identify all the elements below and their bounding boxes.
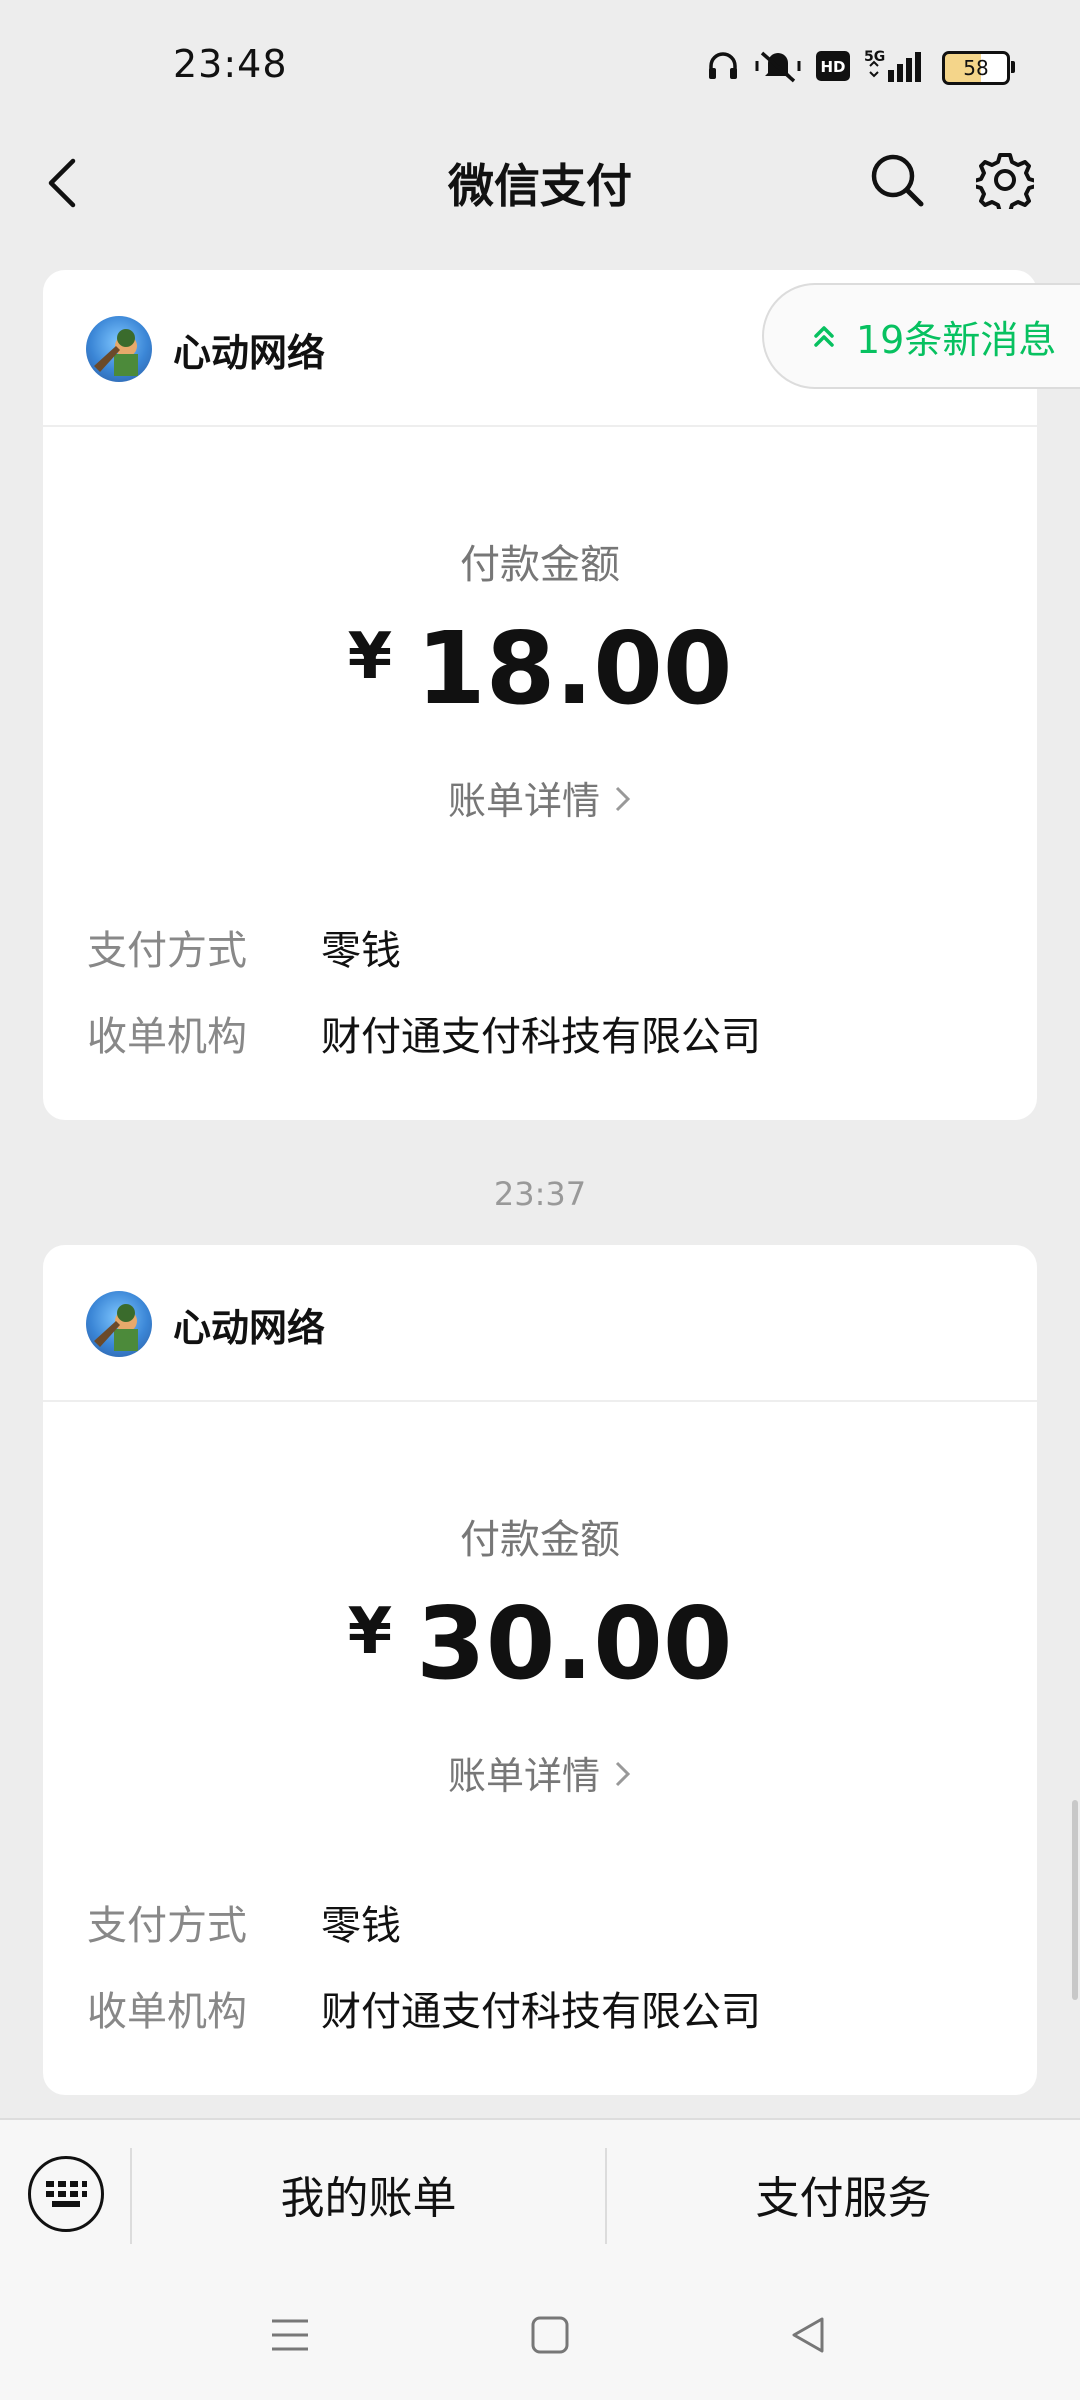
new-messages-button[interactable]: 19条新消息	[762, 283, 1080, 389]
recent-apps-button[interactable]	[260, 2305, 320, 2365]
payment-card[interactable]: 心动网络 付款金额 ¥30.00 账单详情 支付方式 零钱 收单机构 财付通支付…	[43, 1245, 1037, 2095]
menu-icon	[272, 2319, 308, 2351]
chevron-right-icon	[614, 779, 632, 823]
amount-label: 付款金额	[460, 1517, 620, 1563]
amount-value: 18.00	[416, 610, 733, 727]
payment-method-value: 零钱	[321, 928, 401, 974]
status-bar: 23:48 HD 5G 58	[0, 0, 1080, 130]
status-time: 23:48	[173, 42, 288, 86]
acquirer-value: 财付通支付科技有限公司	[321, 1989, 761, 2035]
amount: ¥18.00	[43, 610, 1037, 727]
bill-detail-link[interactable]: 账单详情	[43, 1745, 1037, 1800]
payment-method-label: 支付方式	[87, 928, 247, 974]
amount-label: 付款金额	[460, 542, 620, 588]
amount-value: 30.00	[416, 1585, 733, 1702]
system-back-button[interactable]	[778, 2305, 838, 2365]
bottom-menu-bar: 我的账单 支付服务	[0, 2118, 1080, 2270]
card-header: 心动网络	[43, 1245, 1037, 1402]
payment-method-value: 零钱	[321, 1903, 401, 1949]
search-button[interactable]	[862, 145, 932, 215]
avatar	[86, 1291, 152, 1357]
signal-5g-icon: 5G	[864, 48, 928, 88]
headphones-icon	[706, 49, 740, 87]
merchant-name: 心动网络	[173, 1306, 326, 1350]
double-chevron-up-icon	[812, 323, 836, 349]
svg-text:HD: HD	[820, 58, 845, 76]
acquirer-label: 收单机构	[87, 1989, 247, 2035]
keyboard-icon	[46, 2181, 87, 2207]
home-button[interactable]	[520, 2305, 580, 2365]
acquirer-label: 收单机构	[87, 1014, 247, 1060]
currency-symbol: ¥	[347, 620, 393, 694]
payment-method-label: 支付方式	[87, 1903, 247, 1949]
acquirer-value: 财付通支付科技有限公司	[321, 1014, 761, 1060]
status-icons: HD 5G 58	[706, 48, 1015, 88]
back-icon	[792, 2317, 824, 2353]
nav-bar: 微信支付	[0, 130, 1080, 240]
bill-detail-label: 账单详情	[447, 1754, 600, 1798]
hd-icon: HD	[816, 51, 850, 85]
avatar	[86, 316, 152, 382]
keyboard-button[interactable]	[28, 2156, 104, 2232]
message-timestamp: 23:37	[493, 1175, 587, 1213]
search-icon	[871, 154, 924, 207]
settings-button[interactable]	[970, 145, 1040, 215]
gear-icon	[976, 153, 1034, 209]
merchant-name: 心动网络	[173, 331, 326, 375]
bill-detail-link[interactable]: 账单详情	[43, 770, 1037, 825]
my-bills-button[interactable]: 我的账单	[132, 2162, 605, 2226]
scrollbar[interactable]	[1072, 1800, 1078, 2000]
amount: ¥30.00	[43, 1585, 1037, 1702]
payment-card[interactable]: 心动网络 付款金额 ¥18.00 账单详情 支付方式 零钱 收单机构 财付通支付…	[43, 270, 1037, 1120]
payment-services-button[interactable]: 支付服务	[607, 2162, 1080, 2226]
chevron-right-icon	[614, 1754, 632, 1798]
currency-symbol: ¥	[347, 1595, 393, 1669]
new-messages-label: 19条新消息	[856, 317, 1057, 362]
bill-detail-label: 账单详情	[447, 779, 600, 823]
system-navigation-bar	[0, 2270, 1080, 2400]
vibrate-mute-icon	[754, 49, 802, 87]
battery-icon: 58	[942, 51, 1015, 85]
home-icon	[531, 2316, 569, 2354]
